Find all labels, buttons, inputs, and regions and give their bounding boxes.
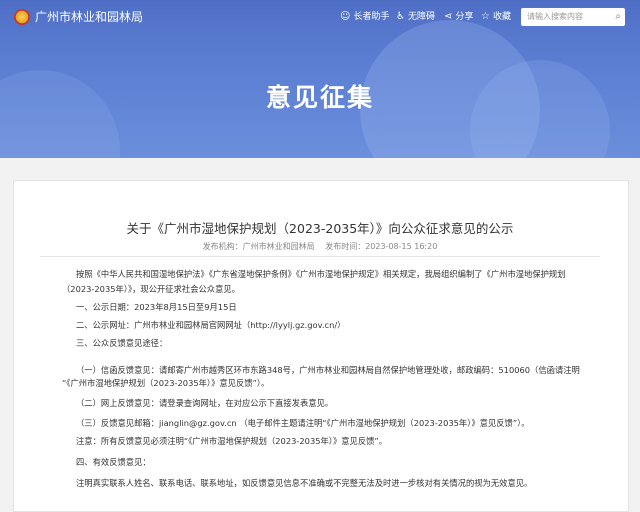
elder-assist-icon: ☺	[340, 11, 351, 22]
paragraph: （二）网上反馈意见：请登录查询网址，在对应公示下直接发表意见。	[76, 398, 334, 408]
emblem-logo[interactable]	[14, 9, 30, 25]
favorite-button[interactable]: ☆ 收藏	[481, 10, 511, 24]
paragraph: 注明真实联系人姓名、联系电话、联系地址，如反馈意见信息不准确或不完整无法及时进一…	[76, 478, 533, 488]
share-button[interactable]: ⋖ 分享	[444, 10, 473, 24]
share-icon: ⋖	[444, 11, 453, 22]
elder-assist-label: 长者助手	[353, 12, 390, 22]
site-title[interactable]: 广州市林业和园林局	[35, 9, 143, 25]
top-bar: 广州市林业和园林局 ☺ 长者助手 ♿ 无障碍 ⋖ 分享 ☆ 收藏 请输入搜索内容…	[0, 0, 640, 34]
paragraph: 注意：所有反馈意见必须注明“《广州市湿地保护规划（2023-2035年）》意见反…	[76, 436, 388, 446]
article-title: 关于《广州市湿地保护规划（2023-2035年）》向公众征求意见的公示	[126, 221, 514, 236]
search-icon[interactable]: ⌕	[615, 8, 621, 26]
accessibility-button[interactable]: ♿ 无障碍	[396, 10, 435, 24]
share-label: 分享	[455, 12, 474, 22]
paragraph: 二、公示网址：广州市林业和园林局官网网址（http://lyylj.gz.gov…	[76, 320, 346, 330]
accessibility-icon: ♿	[396, 11, 405, 22]
publish-time: 发布时间：2023-08-15 16:20	[325, 242, 438, 251]
paragraph: 按照《中华人民共和国湿地保护法》《广东省湿地保护条例》《广州市湿地保护规定》相关…	[76, 269, 566, 279]
paragraph: 一、公示日期：2023年8月15日至9月15日	[76, 302, 237, 312]
divider	[40, 256, 600, 257]
paragraph: （三）反馈意见邮箱：jianglin@gz.gov.cn （电子邮件主题请注明“…	[76, 418, 530, 428]
publisher: 发布机构：广州市林业和园林局	[202, 242, 315, 251]
paragraph: （2023-2035年）》，现公开征求社会公众意见。	[62, 284, 240, 294]
page-heading: 意见征集	[265, 83, 374, 112]
accessibility-label: 无障碍	[407, 12, 435, 22]
paragraph: “《广州市湿地保护规划（2023-2035年）》意见反馈”）。	[62, 378, 270, 388]
paragraph: 四、有效反馈意见：	[76, 457, 151, 467]
star-icon: ☆	[481, 11, 490, 22]
elder-assist-button[interactable]: ☺ 长者助手	[340, 10, 389, 24]
favorite-label: 收藏	[492, 12, 511, 22]
article-meta: 发布机构：广州市林业和园林局 发布时间：2023-08-15 16:20	[0, 241, 640, 252]
paragraph: 三、公众反馈意见途径：	[76, 338, 168, 348]
search-input[interactable]: 请输入搜索内容 ⌕	[521, 8, 625, 26]
search-placeholder: 请输入搜索内容	[527, 12, 583, 21]
